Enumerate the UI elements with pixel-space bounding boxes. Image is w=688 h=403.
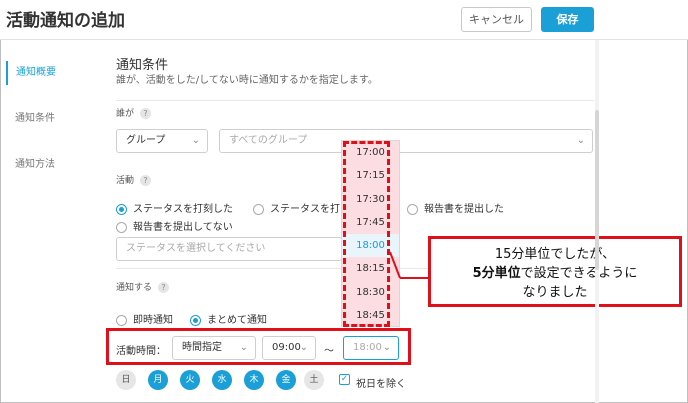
radio-icon xyxy=(253,203,264,215)
annotation-callout: 15分単位でしたが、 5分単位で設定できるように なりました xyxy=(428,236,682,307)
sidebar-item-conditions[interactable]: 通知条件 xyxy=(6,107,96,131)
notify-option-label: 即時通知 xyxy=(133,315,173,326)
activity-option-label: ステータスを打刻した xyxy=(133,204,233,215)
day-thu[interactable]: 木 xyxy=(244,370,264,390)
status-placeholder: ステータスを選択してください xyxy=(126,243,266,254)
group-select[interactable]: すべてのグループ ⌄ xyxy=(219,129,593,153)
radio-icon xyxy=(116,221,127,233)
annotation-dashed-box xyxy=(343,141,390,327)
help-icon[interactable]: ? xyxy=(158,282,170,293)
dialog-header: 活動通知の追加 キャンセル 保存 xyxy=(0,0,688,40)
activity-option-label: 報告書を提出した xyxy=(424,204,504,215)
notify-label: 通知する? xyxy=(116,280,170,293)
callout-line-2-rest: で設定できるように xyxy=(520,266,638,281)
day-fri[interactable]: 金 xyxy=(276,370,296,390)
scrollbar-thumb[interactable] xyxy=(595,110,599,270)
sidebar-item-method[interactable]: 通知方法 xyxy=(6,153,96,177)
help-icon[interactable]: ? xyxy=(140,175,152,186)
group-placeholder: すべてのグループ xyxy=(229,135,308,146)
notify-option-label: まとめて通知 xyxy=(207,315,267,326)
callout-bold: 5分単位 xyxy=(472,266,521,281)
activity-label-text: 活動 xyxy=(116,176,135,186)
page-title: 活動通知の追加 xyxy=(6,11,125,31)
who-label: 誰が? xyxy=(116,106,152,119)
who-type-value: グループ xyxy=(126,135,166,146)
activity-option-punched[interactable]: ステータスを打刻した xyxy=(116,200,233,215)
radio-selected-icon xyxy=(116,203,127,215)
callout-line-2: 5分単位で設定できるように xyxy=(431,264,679,283)
chevron-down-icon: ⌄ xyxy=(576,135,585,146)
activity-option-report-not-submitted[interactable]: 報告書を提出してない xyxy=(116,218,233,233)
notify-option-batch[interactable]: まとめて通知 xyxy=(190,311,267,326)
day-sat[interactable]: 土 xyxy=(304,370,324,390)
section-description: 誰が、活動をした/してない時に通知するかを指定します。 xyxy=(116,75,378,86)
chevron-down-icon: ⌄ xyxy=(191,135,200,146)
help-icon[interactable]: ? xyxy=(140,108,152,119)
save-button[interactable]: 保存 xyxy=(541,7,594,32)
sidebar: 通知概要 通知条件 通知方法 xyxy=(0,40,105,403)
day-tue[interactable]: 火 xyxy=(180,370,200,390)
radio-selected-icon xyxy=(190,314,201,326)
activity-option-label: 報告書を提出してない xyxy=(133,222,233,233)
who-type-select[interactable]: グループ ⌄ xyxy=(116,129,208,153)
cancel-button[interactable]: キャンセル xyxy=(461,7,532,32)
annotation-solid-box xyxy=(106,328,411,365)
activity-option-label: ステータスを打 xyxy=(270,204,340,215)
notify-label-text: 通知する xyxy=(116,283,153,293)
day-sun[interactable]: 日 xyxy=(116,370,136,390)
callout-line-1: 15分単位でしたが、 xyxy=(494,247,616,262)
day-mon[interactable]: 月 xyxy=(148,370,168,390)
activity-label: 活動? xyxy=(116,173,152,186)
who-label-text: 誰が xyxy=(116,109,135,119)
notify-option-immediate[interactable]: 即時通知 xyxy=(116,311,173,326)
holiday-checkbox[interactable]: ✓ xyxy=(339,374,350,385)
divider xyxy=(116,100,594,101)
radio-icon xyxy=(407,203,418,215)
activity-option-not-punched[interactable]: ステータスを打 xyxy=(253,200,340,215)
day-wed[interactable]: 水 xyxy=(212,370,232,390)
status-select[interactable]: ステータスを選択してください xyxy=(116,237,342,261)
radio-icon xyxy=(116,314,127,326)
callout-line-3: なりました xyxy=(522,285,588,300)
holiday-label: 祝日を除く xyxy=(356,379,406,390)
sidebar-item-overview[interactable]: 通知概要 xyxy=(6,61,96,85)
annotation-pointer xyxy=(389,251,429,279)
activity-option-report-submitted[interactable]: 報告書を提出した xyxy=(407,200,504,215)
